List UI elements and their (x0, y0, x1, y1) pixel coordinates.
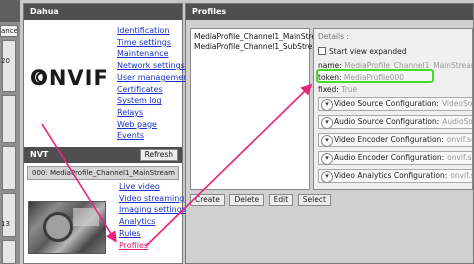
video-analytics-config-section[interactable]: Video Analytics Configuration:onvif.serv… (318, 169, 472, 183)
device-panel: Dahua ONVIF Identification Time settings… (23, 3, 191, 264)
left-strip-header (0, 0, 20, 22)
video-thumbnail[interactable] (28, 201, 106, 254)
section-value: AudioSource (442, 117, 473, 126)
menu-identification-link[interactable]: Identification (117, 25, 191, 37)
menu-web-page-link[interactable]: Web page (117, 119, 191, 131)
nvt-header: NVT Refresh (24, 147, 182, 163)
left-strip-number: 13 (1, 220, 10, 228)
profile-list-item[interactable]: MediaProfile_Channel1_MainStream (194, 32, 328, 42)
nvt-device-row[interactable]: 000: MediaProfile_Channel1_MainStream (27, 166, 179, 180)
menu-maintenance-link[interactable]: Maintenance (117, 48, 191, 60)
video-source-config-section[interactable]: Video Source Configuration:VideoSource (318, 97, 473, 111)
menu-time-settings-link[interactable]: Time settings (117, 37, 191, 49)
section-value: onvif.servi (446, 135, 472, 144)
token-row: token: MediaProfile000 (318, 73, 404, 82)
section-label: Video Analytics Configuration: (334, 171, 448, 180)
audio-source-config-section[interactable]: Audio Source Configuration:AudioSource (318, 115, 473, 129)
left-strip-tile[interactable] (2, 240, 16, 264)
create-button[interactable]: Create (190, 194, 225, 206)
fixed-value: True (341, 85, 358, 94)
fixed-row: fixed: True (318, 85, 357, 94)
section-label: Video Encoder Configuration: (334, 135, 444, 144)
menu-relays-link[interactable]: Relays (117, 107, 191, 119)
profile-details: Details : Start view expanded name: Medi… (313, 28, 473, 190)
token-label: token: (318, 73, 342, 82)
start-view-expanded-label: Start view expanded (329, 47, 407, 56)
menu-certificates-link[interactable]: Certificates (117, 84, 191, 96)
profile-action-buttons: Create Delete Edit Select (190, 194, 333, 206)
menu-imaging-settings-link[interactable]: Imaging settings (119, 204, 186, 216)
section-value: onvif.servi (450, 171, 472, 180)
profiles-panel-title: Profiles (186, 4, 473, 20)
menu-profiles-link[interactable]: Profiles (119, 240, 186, 252)
section-label: Video Source Configuration: (334, 99, 439, 108)
menu-live-video-link[interactable]: Live video (119, 181, 186, 193)
start-view-expanded-row[interactable]: Start view expanded (318, 47, 407, 56)
left-strip-tile[interactable] (2, 146, 16, 190)
audio-encoder-config-section[interactable]: Audio Encoder Configuration:onvif.servi (318, 151, 472, 165)
nvt-title: NVT (30, 150, 49, 159)
menu-system-log-link[interactable]: System log (117, 95, 191, 107)
device-panel-title: Dahua (24, 4, 182, 20)
token-value: MediaProfile000 (343, 73, 405, 82)
cancel-button[interactable]: ancel (0, 25, 18, 37)
menu-analytics-link[interactable]: Analytics (119, 216, 186, 228)
select-button[interactable]: Select (297, 194, 331, 206)
section-value: onvif.servi (447, 153, 472, 162)
section-value: VideoSource (441, 99, 473, 108)
start-view-expanded-checkbox[interactable] (318, 47, 326, 55)
profile-list-item[interactable]: MediaProfile_Channel1_SubStream1 (194, 42, 329, 52)
video-encoder-config-section[interactable]: Video Encoder Configuration:onvif.servi (318, 133, 472, 147)
edit-button[interactable]: Edit (268, 194, 294, 206)
left-strip-number: 20 (1, 57, 10, 65)
left-strip-tile[interactable] (2, 95, 16, 143)
menu-network-settings-link[interactable]: Network settings (117, 60, 191, 72)
details-label: Details : (318, 32, 349, 41)
section-label: Audio Encoder Configuration: (334, 153, 445, 162)
profiles-list: MediaProfile_Channel1_MainStream MediaPr… (190, 28, 329, 190)
nvt-menu: Live video Video streaming Imaging setti… (119, 181, 186, 251)
menu-events-link[interactable]: Events (117, 130, 191, 142)
left-strip-tile[interactable] (2, 40, 16, 92)
profiles-panel: Profiles MediaProfile_Channel1_MainStrea… (185, 3, 474, 264)
onvif-logo: ONVIF (30, 66, 109, 90)
left-strip: ancel 20 13 (0, 0, 20, 264)
menu-video-streaming-link[interactable]: Video streaming (119, 193, 186, 205)
section-label: Audio Source Configuration: (334, 117, 440, 126)
menu-user-management-link[interactable]: User management (117, 72, 191, 84)
left-strip-tile[interactable] (2, 193, 16, 237)
delete-button[interactable]: Delete (229, 194, 265, 206)
device-menu: Identification Time settings Maintenance… (117, 25, 191, 142)
fixed-label: fixed: (318, 85, 339, 94)
refresh-button[interactable]: Refresh (139, 149, 178, 161)
menu-rules-link[interactable]: Rules (119, 228, 186, 240)
